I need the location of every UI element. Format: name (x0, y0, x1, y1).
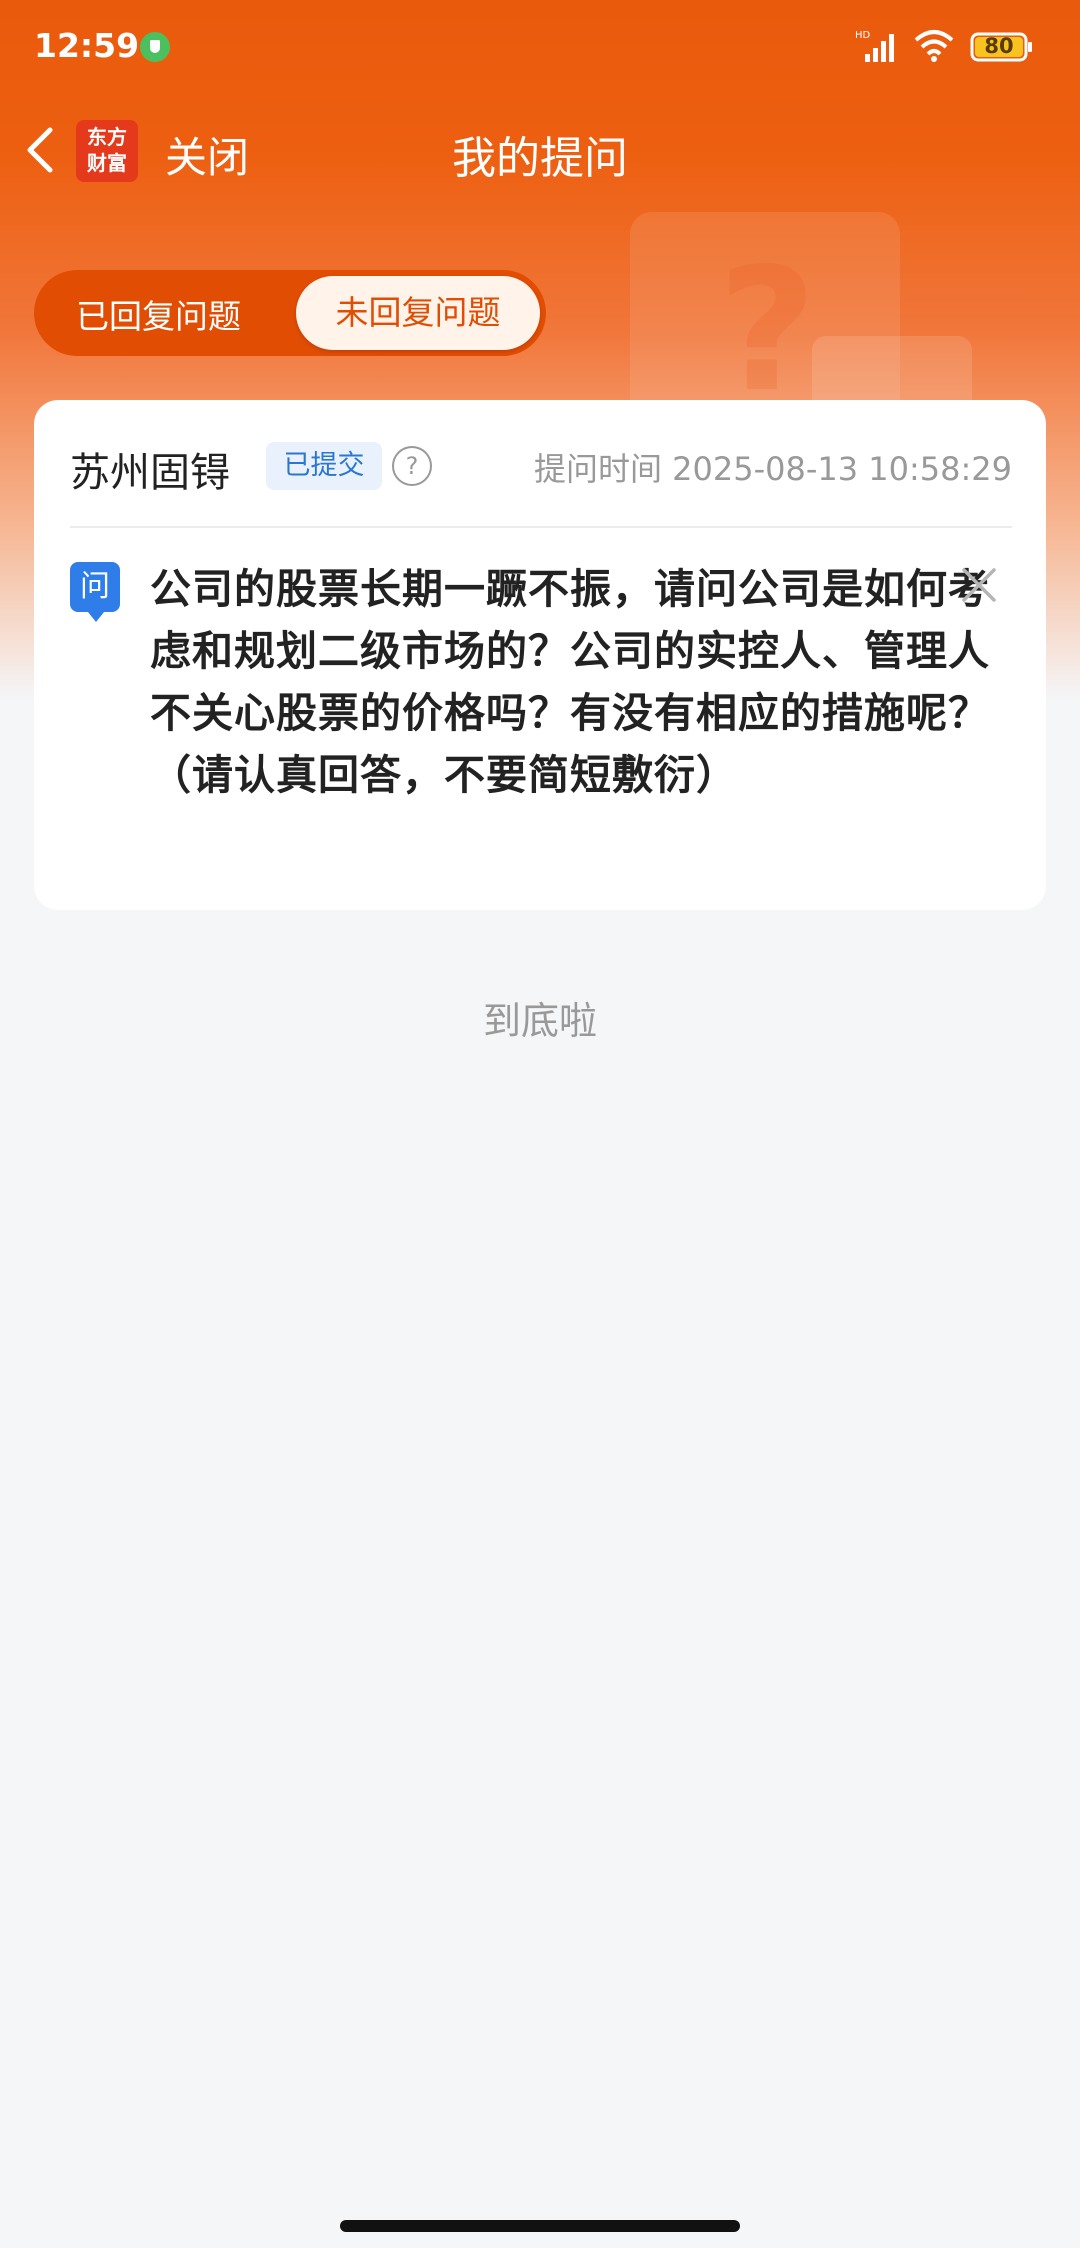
close-icon[interactable] (960, 566, 998, 604)
question-text: 公司的股票长期一蹶不振，请问公司是如何考虑和规划二级市场的？公司的实控人、管理人… (150, 565, 990, 799)
wifi-icon (914, 30, 954, 62)
company-name: 苏州固锝 (70, 450, 230, 496)
tab-answered[interactable]: 已回复问题 (76, 290, 241, 338)
status-badge: 已提交 (266, 442, 382, 490)
ask-time: 提问时间 2025-08-13 10:58:29 (533, 450, 1012, 488)
status-time: 12:59 (34, 26, 140, 65)
battery-level: 80 (984, 34, 1014, 58)
end-of-list-text: 到底啦 (482, 999, 597, 1043)
question-icon: 问 (70, 562, 120, 622)
signal-icon: HD (855, 30, 894, 62)
page-title: 我的提问 (452, 133, 628, 184)
network-type-label: HD (855, 30, 871, 41)
divider (70, 526, 1012, 528)
home-indicator[interactable] (340, 2220, 740, 2232)
tab-unanswered[interactable]: 未回复问题 (296, 276, 540, 350)
shield-icon (140, 32, 170, 62)
question-card: 苏州固锝 已提交 ? 提问时间 2025-08-13 10:58:29 问 公司… (34, 400, 1046, 910)
tab-switcher: 已回复问题 未回复问题 (34, 270, 546, 356)
help-icon[interactable]: ? (392, 446, 432, 486)
